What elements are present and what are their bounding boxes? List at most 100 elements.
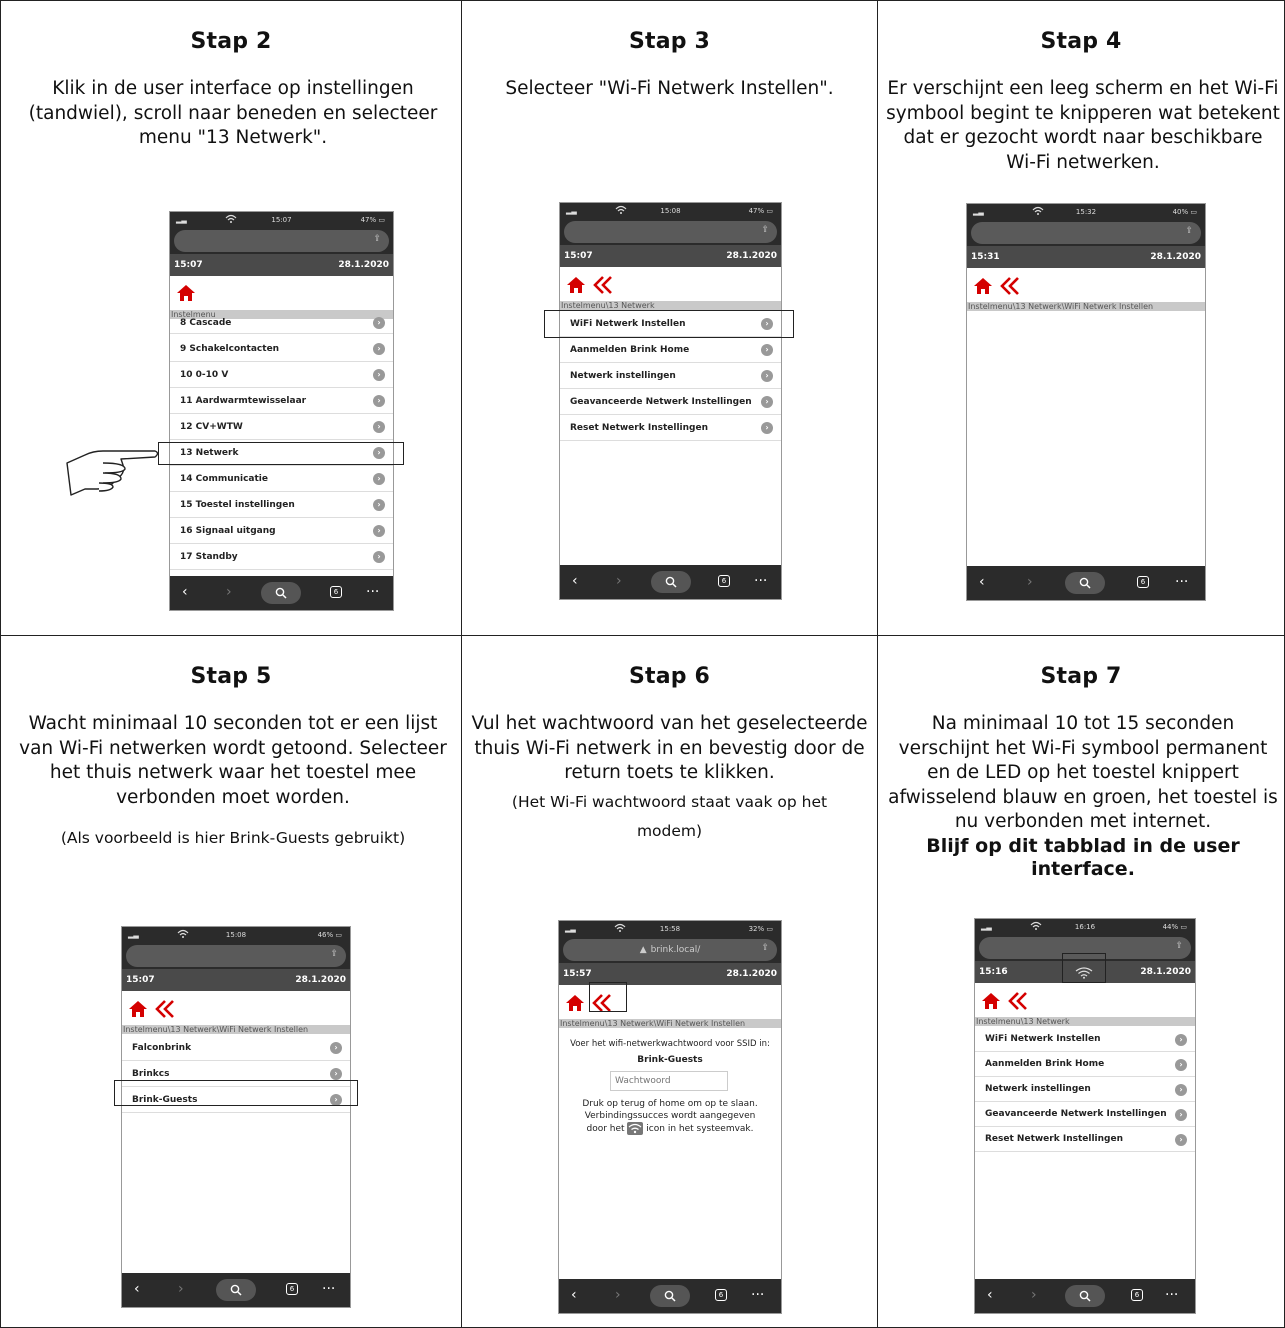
- menu-item[interactable]: 17 Standby ›: [170, 544, 393, 570]
- menu-item[interactable]: 12 CV+WTW ›: [170, 414, 393, 440]
- back-icon[interactable]: ‹: [134, 1281, 140, 1297]
- app-time: 15:57: [563, 969, 592, 979]
- menu-item[interactable]: Geavanceerde Netwerk Instellingen ›: [975, 1102, 1195, 1127]
- forward-icon[interactable]: ›: [615, 1287, 621, 1303]
- share-icon[interactable]: ⇪: [761, 225, 769, 235]
- battery-indicator: 44% ▭: [1162, 923, 1187, 931]
- more-icon[interactable]: ···: [322, 1281, 335, 1297]
- chevron-right-icon: ›: [1175, 1134, 1187, 1146]
- back-icon[interactable]: ‹: [979, 574, 985, 590]
- forward-icon[interactable]: ›: [1027, 574, 1033, 590]
- menu-item[interactable]: Netwerk instellingen ›: [560, 363, 781, 389]
- more-icon[interactable]: ···: [366, 584, 379, 600]
- home-icon[interactable]: [973, 277, 993, 295]
- more-icon[interactable]: ···: [1175, 574, 1188, 590]
- breadcrumb: Instelmenu\13 Netwerk\WiFi Netwerk Inste…: [559, 1019, 781, 1028]
- share-icon[interactable]: ⇪: [330, 949, 338, 959]
- app-header: 15:07 28.1.2020: [560, 245, 781, 267]
- back-icon[interactable]: ‹: [987, 1287, 993, 1303]
- double-chevron-left-icon[interactable]: [999, 276, 1021, 296]
- status-time: 15:32: [1075, 208, 1097, 216]
- search-button[interactable]: [1065, 572, 1105, 594]
- menu-item[interactable]: 9 Schakelcontacten ›: [170, 336, 393, 362]
- home-icon[interactable]: [566, 276, 586, 294]
- app-date: 28.1.2020: [338, 260, 389, 270]
- step-title: Stap 5: [190, 664, 272, 689]
- tabs-button[interactable]: 6: [286, 1283, 298, 1295]
- chevron-right-icon: ›: [1175, 1084, 1187, 1096]
- share-icon[interactable]: ⇪: [1185, 226, 1193, 236]
- share-icon[interactable]: ⇪: [1175, 941, 1183, 951]
- menu-item[interactable]: Netwerk instellingen ›: [975, 1077, 1195, 1102]
- menu-item[interactable]: 15 Toestel instellingen ›: [170, 492, 393, 518]
- step-5-panel: Stap 5 Wacht minimaal 10 seconden tot er…: [0, 635, 462, 1328]
- forward-icon[interactable]: ›: [1031, 1287, 1037, 1303]
- tabs-button[interactable]: 6: [330, 586, 342, 598]
- double-chevron-left-icon[interactable]: [592, 275, 614, 295]
- back-icon[interactable]: ‹: [571, 1287, 577, 1303]
- address-bar[interactable]: ⇪: [564, 221, 777, 243]
- password-input[interactable]: [610, 1071, 728, 1091]
- app-date: 28.1.2020: [295, 975, 346, 985]
- menu-item[interactable]: 16 Signaal uitgang ›: [170, 518, 393, 544]
- step-instructions: Na minimaal 10 tot 15 seconden verschijn…: [886, 712, 1280, 881]
- search-button[interactable]: [216, 1279, 256, 1301]
- forward-icon[interactable]: ›: [226, 584, 232, 600]
- address-bar[interactable]: ⇪: [971, 222, 1201, 244]
- back-icon[interactable]: ‹: [572, 573, 578, 589]
- tabs-button[interactable]: 6: [1131, 1289, 1143, 1301]
- tabs-button[interactable]: 6: [1137, 576, 1149, 588]
- double-chevron-left-icon[interactable]: [1007, 991, 1029, 1011]
- double-chevron-left-icon[interactable]: [154, 999, 176, 1019]
- back-icon[interactable]: ‹: [182, 584, 188, 600]
- chevron-right-icon: ›: [761, 370, 773, 382]
- menu-item[interactable]: Reset Netwerk Instellingen ›: [560, 415, 781, 441]
- home-icon[interactable]: [176, 284, 196, 302]
- step-text: Wacht minimaal 10 seconden tot er een li…: [19, 713, 447, 808]
- search-button[interactable]: [1065, 1285, 1105, 1307]
- address-bar[interactable]: ▲ brink.local/ ⇪: [563, 939, 777, 961]
- menu-item[interactable]: 10 0-10 V ›: [170, 362, 393, 388]
- wifi-icon: [615, 205, 627, 217]
- status-time: 15:08: [660, 207, 681, 215]
- home-icon[interactable]: [128, 1000, 148, 1018]
- address-bar[interactable]: ⇪: [126, 945, 346, 967]
- more-icon[interactable]: ···: [751, 1287, 764, 1303]
- menu-item[interactable]: WiFi Netwerk Instellen ›: [975, 1027, 1195, 1052]
- instruction-grid: Stap 2 Klik in de user interface op inst…: [0, 0, 1285, 1328]
- menu-item[interactable]: 14 Communicatie ›: [170, 466, 393, 492]
- home-icon[interactable]: [565, 994, 585, 1012]
- share-icon[interactable]: ⇪: [373, 234, 381, 244]
- share-icon[interactable]: ⇪: [761, 943, 769, 953]
- menu-item[interactable]: Aanmelden Brink Home ›: [975, 1052, 1195, 1077]
- tabs-button[interactable]: 6: [715, 1289, 727, 1301]
- status-time: 16:16: [1074, 923, 1096, 931]
- menu-item[interactable]: 11 Aardwarmtewisselaar ›: [170, 388, 393, 414]
- more-icon[interactable]: ···: [1165, 1287, 1178, 1303]
- home-icon[interactable]: [981, 992, 1001, 1010]
- signal-icon: ▂▃: [566, 207, 577, 215]
- status-time: 15:58: [659, 925, 681, 933]
- forward-icon[interactable]: ›: [616, 573, 622, 589]
- step-instructions: Er verschijnt een leeg scherm en het Wi-…: [886, 78, 1280, 173]
- wifi-network-item[interactable]: Falconbrink ›: [122, 1035, 350, 1061]
- url-text: brink.local/: [650, 945, 701, 955]
- step-4-panel: Stap 4 Er verschijnt een leeg scherm en …: [877, 0, 1285, 636]
- browser-toolbar: ‹ › 6 ···: [122, 1273, 350, 1307]
- search-button[interactable]: [651, 571, 691, 593]
- menu-item[interactable]: Reset Netwerk Instellingen ›: [975, 1127, 1195, 1152]
- step-note: (Het Wi-Fi wachtwoord staat vaak op het …: [511, 792, 828, 841]
- address-bar[interactable]: ⇪: [174, 230, 389, 252]
- menu-item[interactable]: Geavanceerde Netwerk Instellingen ›: [560, 389, 781, 415]
- search-button[interactable]: [261, 582, 301, 604]
- tabs-button[interactable]: 6: [718, 575, 730, 587]
- search-button[interactable]: [650, 1285, 690, 1307]
- more-icon[interactable]: ···: [754, 573, 767, 589]
- menu-item[interactable]: 8 Cascade ›: [170, 312, 393, 334]
- forward-icon[interactable]: ›: [178, 1281, 184, 1297]
- phone-screenshot: ▂▃ 15:07 47% ▭ ⇪ 15:07 28.1.2020 Instelm…: [169, 211, 394, 611]
- step-3-panel: Stap 3 Selecteer "Wi-Fi Netwerk Instelle…: [461, 0, 878, 636]
- status-bar: ▂▃ 16:16 44% ▭: [975, 919, 1195, 935]
- menu-item[interactable]: Aanmelden Brink Home ›: [560, 337, 781, 363]
- chevron-right-icon: ›: [373, 473, 385, 485]
